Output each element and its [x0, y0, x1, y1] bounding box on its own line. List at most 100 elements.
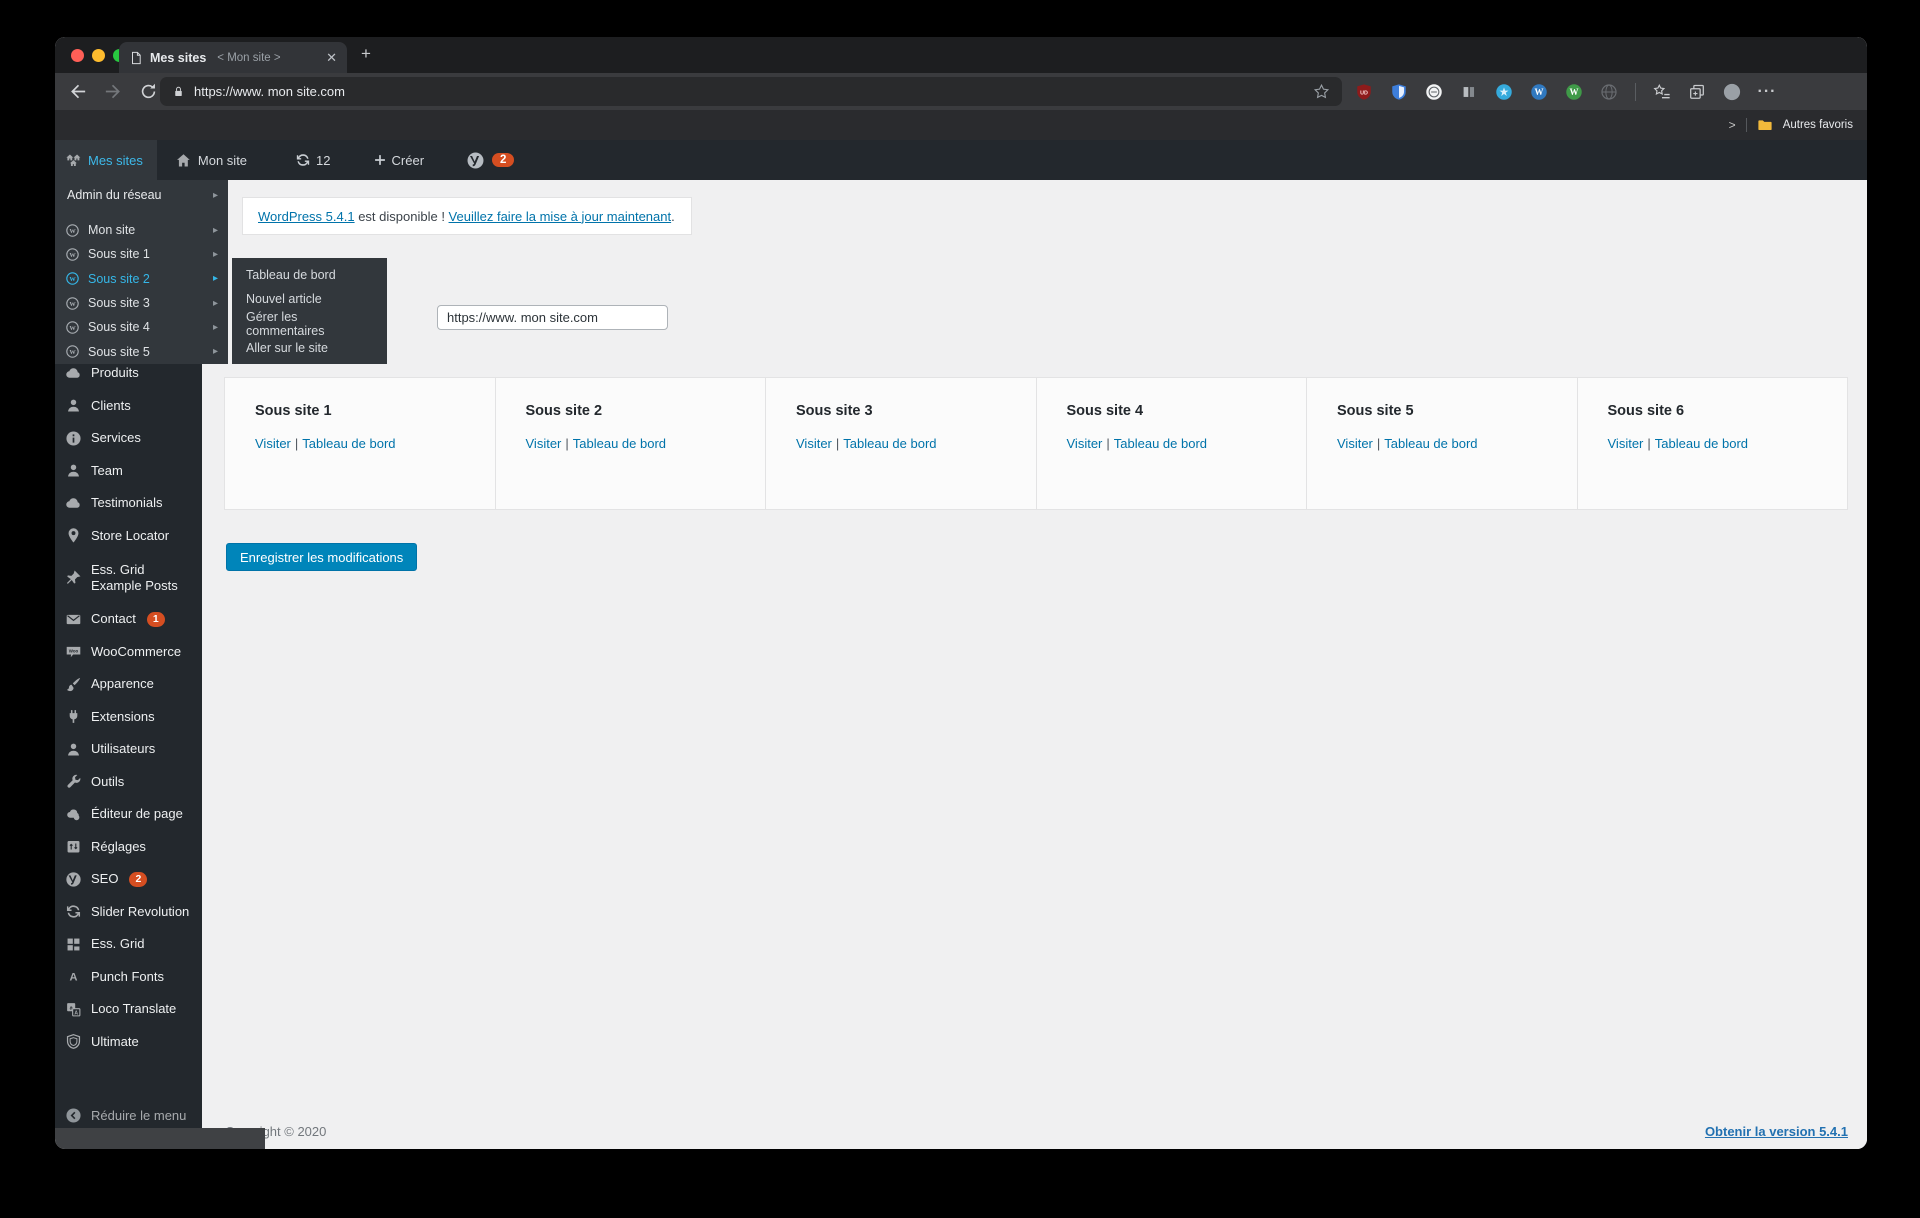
admin-bar-updates[interactable]: 12	[283, 140, 342, 180]
sidebar-item[interactable]: Ess. Grid	[55, 928, 202, 961]
collapse-menu-button[interactable]: Réduire le menu	[55, 1099, 202, 1131]
network-site-item[interactable]: W Sous site 4 ▸	[55, 315, 228, 339]
site-submenu-item[interactable]: Nouvel article	[232, 287, 387, 311]
shield-blue-icon[interactable]	[1390, 83, 1408, 101]
get-version-link[interactable]: Obtenir la version 5.4.1	[1705, 1124, 1848, 1139]
wp-green-icon[interactable]: W	[1565, 83, 1583, 101]
network-admin-label: Admin du réseau	[67, 188, 162, 202]
site-card-title: Sous site 2	[525, 403, 603, 419]
back-button[interactable]	[69, 82, 88, 101]
admin-bar-site[interactable]: Mon site	[163, 140, 259, 180]
dashboard-link[interactable]: Tableau de bord	[302, 436, 395, 451]
admin-bar-seo[interactable]: 2	[454, 140, 526, 180]
site-submenu-item[interactable]: Tableau de bord	[232, 263, 387, 287]
star-lines-icon[interactable]	[1653, 83, 1671, 101]
browser-tab[interactable]: Mes sites < Mon site > ✕	[119, 42, 347, 73]
address-bar[interactable]: https://www. mon site.com	[160, 77, 1342, 106]
reload-button[interactable]	[139, 82, 158, 101]
update-now-link[interactable]: Veuillez faire la mise à jour maintenant	[449, 209, 672, 224]
admin-bar-my-sites[interactable]: Mes sites	[55, 140, 157, 180]
site-card-title: Sous site 1	[255, 403, 332, 419]
site-card-title: Sous site 6	[1607, 403, 1685, 419]
minimize-window-button[interactable]	[92, 49, 105, 62]
pin-icon	[65, 527, 82, 544]
sidebar-item[interactable]: Outils	[55, 766, 202, 799]
visit-link[interactable]: Visiter	[1337, 436, 1373, 451]
close-window-button[interactable]	[71, 49, 84, 62]
sidebar-item[interactable]: Contact 1	[55, 603, 202, 636]
notification-badge: 2	[129, 871, 148, 887]
network-site-item[interactable]: W Sous site 5 ▸	[55, 339, 228, 363]
sidebar-item[interactable]: Utilisateurs	[55, 733, 202, 766]
other-favorites-label[interactable]: Autres favoris	[1783, 119, 1853, 131]
network-site-item[interactable]: W Sous site 1 ▸	[55, 242, 228, 266]
address-url[interactable]: https://www. mon site.com	[194, 84, 345, 99]
sidebar-item[interactable]: Ess. Grid Example Posts	[55, 552, 202, 603]
network-site-item[interactable]: W Sous site 3 ▸	[55, 291, 228, 315]
visit-link[interactable]: Visiter	[526, 436, 562, 451]
visit-link[interactable]: Visiter	[1067, 436, 1103, 451]
person-icon	[65, 741, 82, 758]
dashboard-link[interactable]: Tableau de bord	[843, 436, 936, 451]
dashboard-link[interactable]: Tableau de bord	[1114, 436, 1207, 451]
sidebar-item[interactable]: Services	[55, 422, 202, 455]
shield-ud-icon[interactable]: UD	[1355, 83, 1373, 101]
wp-admin-bar: Mes sites Mon site 12 Créer 2	[55, 140, 1867, 180]
site-submenu-item[interactable]: Gérer les commentaires	[232, 310, 387, 338]
circle-white-icon[interactable]	[1425, 83, 1443, 101]
svg-text:Woo: Woo	[69, 649, 79, 654]
forward-button[interactable]	[103, 82, 122, 101]
visit-link[interactable]: Visiter	[255, 436, 291, 451]
sidebar-item[interactable]: Réglages	[55, 831, 202, 864]
wordpress-version-link[interactable]: WordPress 5.4.1	[258, 209, 355, 224]
bookmark-star-icon[interactable]	[1313, 83, 1330, 100]
visit-link[interactable]: Visiter	[796, 436, 832, 451]
svg-text:W: W	[1570, 87, 1579, 97]
avatar-icon[interactable]	[1723, 83, 1741, 101]
save-changes-button[interactable]: Enregistrer les modifications	[226, 543, 418, 571]
admin-bar-new[interactable]: Créer	[361, 140, 437, 180]
site-url-input[interactable]	[437, 305, 668, 330]
network-site-item[interactable]: W Sous site 2 ▸	[55, 267, 228, 291]
sidebar-item[interactable]: Woo WooCommerce	[55, 636, 202, 669]
site-submenu-item[interactable]: Aller sur le site	[232, 336, 387, 360]
dots-icon[interactable]: ···	[1758, 83, 1776, 101]
network-site-label: Sous site 5	[88, 344, 150, 359]
chevron-right-icon[interactable]: >	[1729, 118, 1736, 132]
sidebar-item[interactable]: Testimonials	[55, 487, 202, 520]
dashboard-link[interactable]: Tableau de bord	[1384, 436, 1477, 451]
sidebar-item[interactable]: A Punch Fonts	[55, 961, 202, 994]
sidebar-item[interactable]: Extensions	[55, 701, 202, 734]
dashboard-link[interactable]: Tableau de bord	[573, 436, 666, 451]
close-tab-icon[interactable]: ✕	[326, 50, 337, 66]
dashboard-link[interactable]: Tableau de bord	[1655, 436, 1748, 451]
network-site-label: Sous site 2	[88, 271, 150, 286]
folder-icon	[1757, 118, 1773, 132]
sidebar-item[interactable]: SEO 2	[55, 863, 202, 896]
blocks-icon[interactable]	[1460, 83, 1478, 101]
sidebar-item-label: Ess. Grid Example Posts	[91, 561, 178, 593]
sidebar-item[interactable]: Ultimate	[55, 1026, 202, 1059]
sidebar-item-label: SEO	[91, 871, 119, 887]
sidebar-item[interactable]: aA Loco Translate	[55, 993, 202, 1026]
sidebar-item[interactable]: Team	[55, 455, 202, 488]
globe-icon[interactable]	[1600, 83, 1618, 101]
submenu-arrow-icon: ▸	[212, 346, 218, 358]
main-content: WordPress 5.4.1 est disponible ! Veuille…	[202, 180, 1867, 1149]
sidebar-item-label: Ess. Grid	[91, 936, 145, 952]
visit-link[interactable]: Visiter	[1608, 436, 1644, 451]
circle-blue-icon[interactable]	[1495, 83, 1513, 101]
cloud-icon	[65, 365, 82, 382]
network-admin-item[interactable]: Admin du réseau ▸	[55, 182, 228, 208]
collections-icon[interactable]	[1688, 83, 1706, 101]
wp-blue-icon[interactable]: W	[1530, 83, 1548, 101]
sidebar-item[interactable]: Store Locator	[55, 520, 202, 553]
new-tab-button[interactable]: +	[361, 44, 371, 64]
sidebar-item[interactable]: Apparence	[55, 668, 202, 701]
sidebar-item[interactable]: Clients	[55, 390, 202, 423]
svg-text:UD: UD	[1360, 90, 1368, 96]
link-separator: |	[565, 436, 569, 451]
sidebar-item[interactable]: Slider Revolution	[55, 896, 202, 929]
sidebar-item[interactable]: Éditeur de page	[55, 798, 202, 831]
network-site-item[interactable]: W Mon site ▸	[55, 218, 228, 242]
